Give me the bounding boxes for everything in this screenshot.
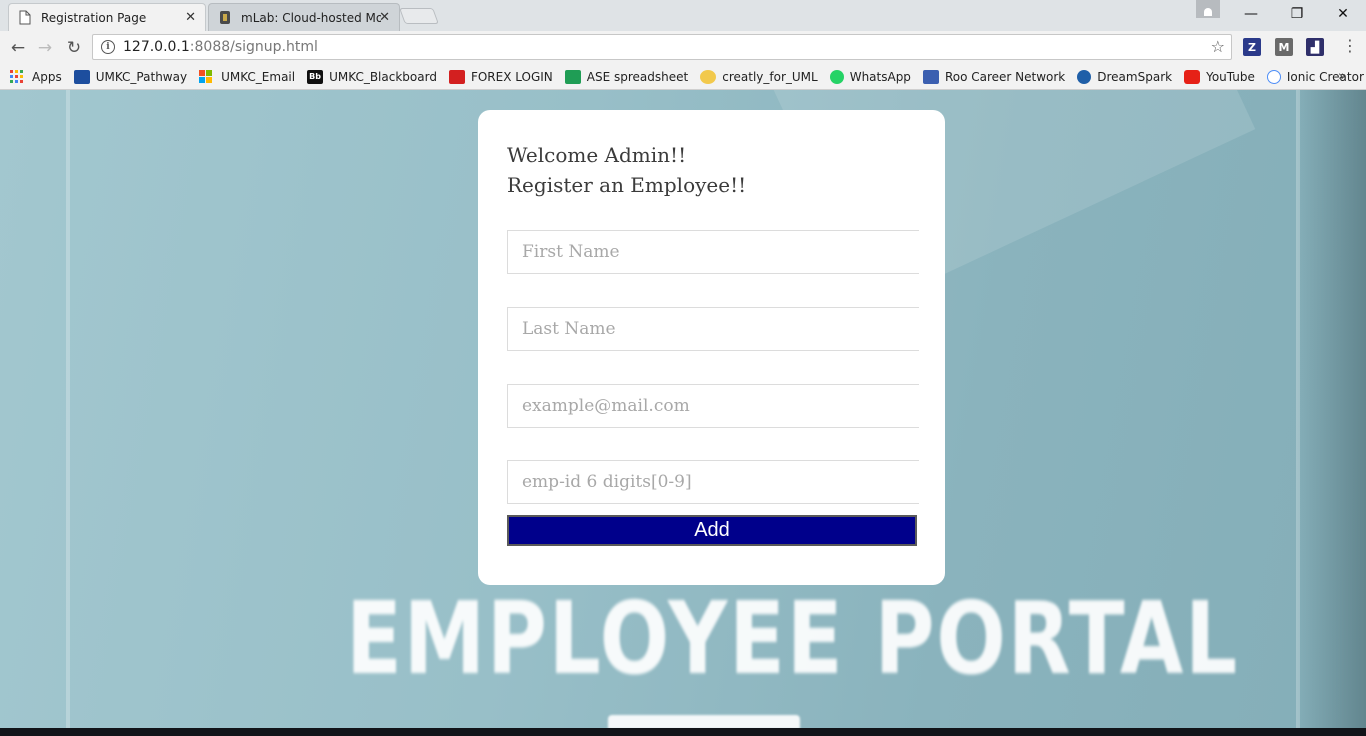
bookmark-label: YouTube bbox=[1206, 69, 1255, 84]
url-host: 127.0.0.1 bbox=[123, 39, 190, 55]
tab-title: mLab: Cloud-hosted Mo bbox=[241, 10, 381, 25]
bookmark-label: FOREX LOGIN bbox=[470, 69, 553, 84]
background-cup bbox=[608, 715, 800, 728]
menu-icon[interactable]: ⋮ bbox=[1342, 36, 1358, 55]
last-name-input[interactable] bbox=[507, 307, 919, 351]
blackboard-icon: Bb bbox=[307, 69, 324, 84]
forward-button[interactable]: → bbox=[32, 35, 58, 61]
bookmark-whatsapp[interactable]: WhatsApp bbox=[829, 69, 911, 84]
sheets-icon bbox=[564, 69, 581, 84]
umkc-icon bbox=[73, 69, 90, 84]
bookmark-label: UMKC_Pathway bbox=[95, 69, 188, 84]
tab-strip: Registration Page ✕ mLab: Cloud-hosted M… bbox=[0, 0, 1366, 31]
email-input[interactable] bbox=[507, 384, 919, 428]
background-portal-title: EMPLOYEE PORTAL bbox=[346, 580, 1239, 697]
ionic-icon bbox=[1266, 69, 1281, 84]
background-frame-left bbox=[66, 90, 70, 728]
page-viewport: EMPLOYEE PORTAL Welcome Admin!! Register… bbox=[0, 90, 1366, 728]
bookmarks-bar: Apps UMKC_Pathway UMKC_Email Bb UMKC_Bla… bbox=[0, 64, 1366, 90]
form-heading: Welcome Admin!! Register an Employee!! bbox=[507, 140, 746, 200]
browser-toolbar: ← → ↻ i 127.0.0.1:8088/signup.html ☆ Z M… bbox=[0, 31, 1366, 64]
chevron-more-icon[interactable]: » bbox=[1338, 69, 1346, 84]
forex-icon bbox=[448, 69, 465, 84]
bookmark-label: WhatsApp bbox=[849, 69, 911, 84]
mlab-icon bbox=[219, 10, 233, 26]
youtube-icon bbox=[1184, 69, 1201, 84]
back-button[interactable]: ← bbox=[5, 35, 31, 61]
taskbar bbox=[0, 728, 1366, 736]
bookmark-umkc-pathway[interactable]: UMKC_Pathway bbox=[73, 69, 188, 84]
registration-card: Welcome Admin!! Register an Employee!! A… bbox=[478, 110, 945, 585]
zotero-icon[interactable]: Z bbox=[1243, 38, 1261, 56]
bookmark-ase-spreadsheet[interactable]: ASE spreadsheet bbox=[564, 69, 689, 84]
bookmark-umkc-email[interactable]: UMKC_Email bbox=[199, 69, 296, 84]
bookmark-roo-career-network[interactable]: Roo Career Network bbox=[922, 69, 1066, 84]
bookmark-ionic-creator[interactable]: Ionic Creator bbox=[1266, 69, 1364, 84]
close-icon[interactable]: ✕ bbox=[379, 10, 390, 25]
close-icon[interactable]: ✕ bbox=[185, 10, 196, 25]
register-heading: Register an Employee!! bbox=[507, 173, 747, 197]
dreamspark-icon bbox=[1077, 69, 1092, 84]
url-path: :8088/signup.html bbox=[189, 39, 318, 55]
first-name-input[interactable] bbox=[507, 230, 919, 274]
close-window-button[interactable]: ✕ bbox=[1320, 0, 1366, 28]
bookmark-label: ASE spreadsheet bbox=[586, 69, 689, 84]
bookmark-label: creatly_for_UML bbox=[722, 69, 818, 84]
extension-m-icon[interactable]: M bbox=[1275, 38, 1293, 56]
tab-title: Registration Page bbox=[41, 10, 147, 25]
whatsapp-icon bbox=[829, 69, 844, 84]
restore-button[interactable]: ❐ bbox=[1274, 0, 1320, 28]
new-tab-button[interactable] bbox=[399, 8, 439, 24]
tab-mlab[interactable]: mLab: Cloud-hosted Mo ✕ bbox=[208, 3, 400, 31]
roo-icon bbox=[922, 69, 939, 84]
bookmark-apps[interactable]: Apps bbox=[10, 69, 62, 84]
creately-icon bbox=[700, 69, 717, 84]
address-bar[interactable]: i 127.0.0.1:8088/signup.html ☆ bbox=[92, 34, 1232, 60]
bookmark-dreamspark[interactable]: DreamSpark bbox=[1077, 69, 1173, 84]
bookmark-label: Apps bbox=[32, 69, 62, 84]
bookmark-label: UMKC_Email bbox=[221, 69, 296, 84]
tab-registration-page[interactable]: Registration Page ✕ bbox=[8, 3, 206, 31]
microsoft-icon bbox=[199, 69, 215, 84]
welcome-heading: Welcome Admin!! bbox=[507, 143, 687, 167]
bookmark-label: DreamSpark bbox=[1097, 69, 1173, 84]
bookmark-star-icon[interactable]: ☆ bbox=[1211, 37, 1225, 56]
add-button[interactable]: Add bbox=[507, 515, 917, 546]
minimize-button[interactable]: — bbox=[1228, 0, 1274, 28]
background-shade bbox=[1296, 90, 1366, 728]
reload-button[interactable]: ↻ bbox=[61, 35, 87, 61]
bookmark-label: Roo Career Network bbox=[944, 69, 1066, 84]
bookmark-forex-login[interactable]: FOREX LOGIN bbox=[448, 69, 553, 84]
bookmark-label: UMKC_Blackboard bbox=[329, 69, 437, 84]
bookmark-label: Ionic Creator bbox=[1286, 69, 1364, 84]
bookmark-youtube[interactable]: YouTube bbox=[1184, 69, 1255, 84]
bookmark-umkc-blackboard[interactable]: Bb UMKC_Blackboard bbox=[307, 69, 437, 84]
document-icon bbox=[19, 10, 33, 26]
profile-icon[interactable] bbox=[1196, 0, 1220, 18]
info-icon[interactable]: i bbox=[101, 40, 115, 54]
bookmark-creatly-for-uml[interactable]: creatly_for_UML bbox=[700, 69, 818, 84]
apps-grid-icon bbox=[10, 69, 26, 84]
employee-id-input[interactable] bbox=[507, 460, 919, 504]
extension-chart-icon[interactable]: ▟ bbox=[1306, 38, 1324, 56]
